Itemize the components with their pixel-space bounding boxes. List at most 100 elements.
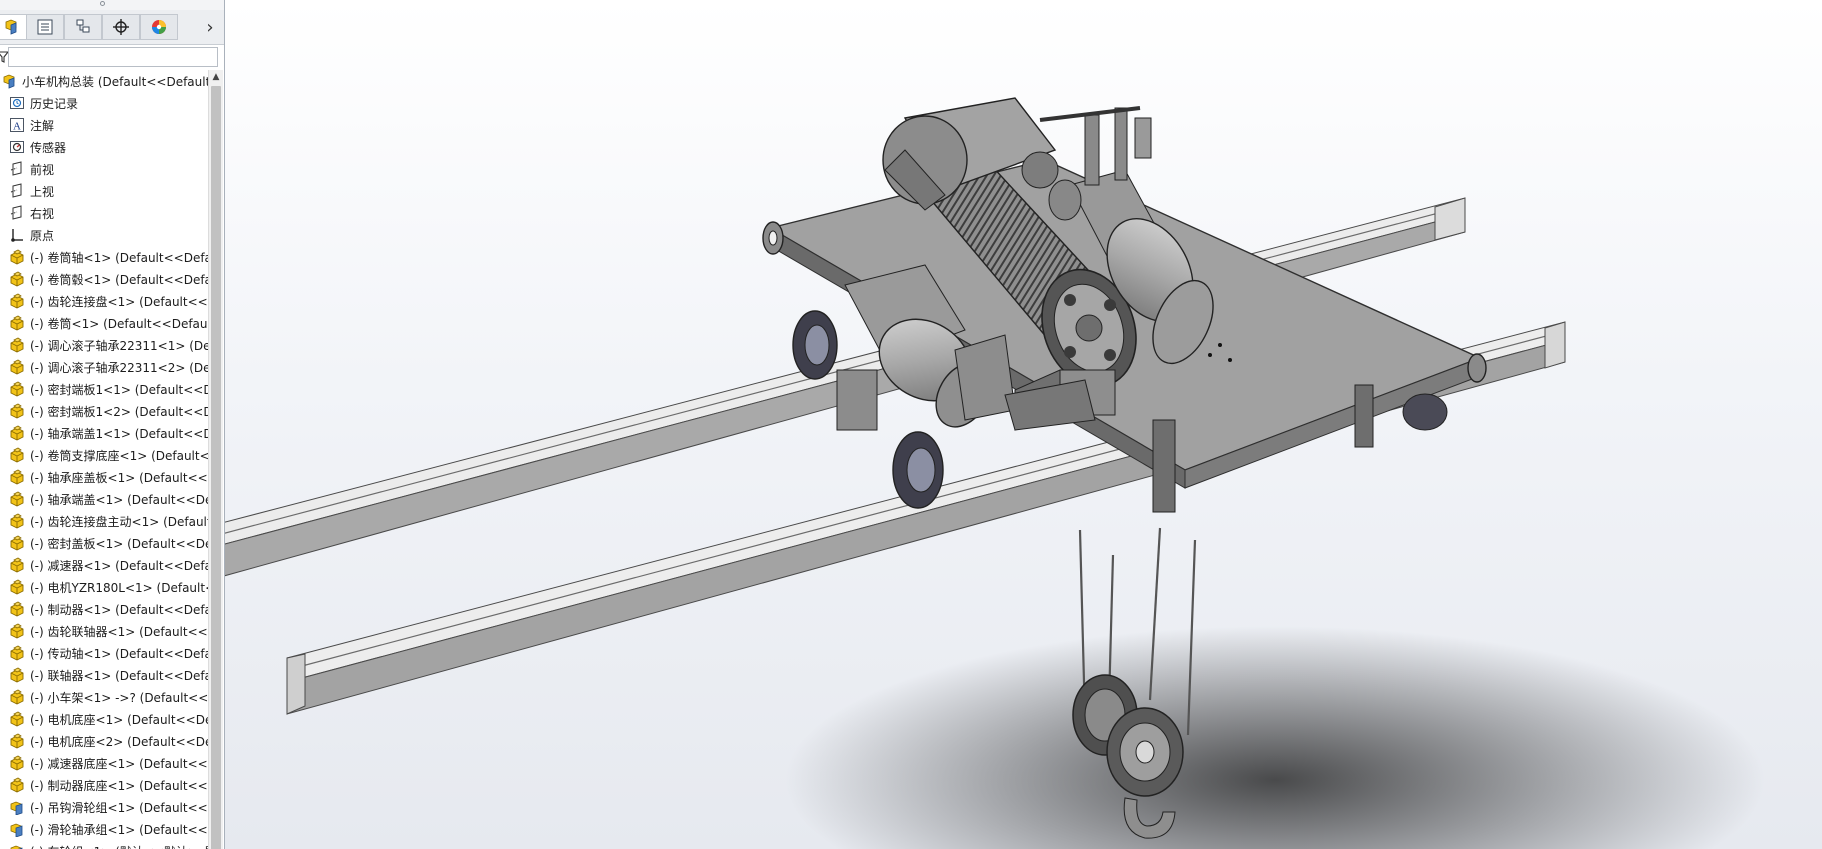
tab-display-manager[interactable]	[140, 14, 178, 40]
part-icon	[8, 754, 26, 772]
tab-property-manager[interactable]	[26, 14, 64, 40]
tree-item-label: 上视	[30, 184, 55, 199]
sensor-icon	[8, 138, 26, 156]
plane-icon	[8, 204, 26, 222]
property-list-icon	[37, 19, 53, 35]
tree-scrollbar[interactable]: ▲	[208, 70, 223, 849]
tree-item-label: (-) 车轮组<1> (默认<<默认>_显	[30, 843, 208, 849]
history-icon	[8, 94, 26, 112]
tree-item-label: 注解	[30, 118, 55, 133]
scroll-thumb[interactable]	[211, 86, 221, 849]
tree-item[interactable]: (-) 齿轮连接盘<1> (Default<<D	[0, 290, 208, 312]
tree-item[interactable]: (-) 齿轮连接盘主动<1> (Default	[0, 510, 208, 532]
tree-item[interactable]: (-) 调心滚子轴承22311<1> (De	[0, 334, 208, 356]
tree-item[interactable]: (-) 密封端板1<2> (Default<<D	[0, 400, 208, 422]
tree-item[interactable]: (-) 吊钩滑轮组<1> (Default<<D	[0, 796, 208, 818]
tree-item[interactable]: (-) 制动器<1> (Default<<Defau	[0, 598, 208, 620]
tree-item[interactable]: (-) 联轴器<1> (Default<<Defau	[0, 664, 208, 686]
part-icon	[8, 622, 26, 640]
plane-icon	[8, 182, 26, 200]
tree-filter-input[interactable]	[8, 47, 218, 67]
part-icon	[8, 776, 26, 794]
tree-item[interactable]: (-) 齿轮联轴器<1> (Default<<D	[0, 620, 208, 642]
subassembly-icon	[8, 798, 26, 816]
tree-item[interactable]: (-) 卷筒支撑底座<1> (Default<	[0, 444, 208, 466]
subassembly-icon	[8, 842, 26, 849]
tree-item[interactable]: (-) 减速器底座<1> (Default<<D	[0, 752, 208, 774]
tree-root-assembly[interactable]: 小车机构总装 (Default<<Default>_	[0, 70, 208, 92]
tree-item[interactable]: (-) 减速器<1> (Default<<Defau	[0, 554, 208, 576]
tree-item-label: (-) 减速器<1> (Default<<Defau	[30, 558, 208, 573]
tree-item-label: (-) 卷筒<1> (Default<<Default	[30, 316, 208, 331]
tree-item-label: (-) 联轴器<1> (Default<<Defau	[30, 668, 208, 683]
configuration-icon	[76, 19, 90, 33]
tree-item-label: (-) 密封端板1<2> (Default<<D	[30, 404, 208, 419]
part-icon	[8, 380, 26, 398]
tree-item[interactable]: (-) 调心滚子轴承22311<2> (De	[0, 356, 208, 378]
tree-item-label: (-) 吊钩滑轮组<1> (Default<<D	[30, 800, 208, 815]
subassembly-icon	[8, 820, 26, 838]
tree-item[interactable]: (-) 卷筒轴<1> (Default<<Defau	[0, 246, 208, 268]
part-icon	[8, 534, 26, 552]
tree-item[interactable]: (-) 电机底座<2> (Default<<De	[0, 730, 208, 752]
part-icon	[8, 248, 26, 266]
tree-item[interactable]: 原点	[0, 224, 208, 246]
tree-item-label: (-) 制动器<1> (Default<<Defau	[30, 602, 208, 617]
part-icon	[8, 402, 26, 420]
graphics-viewport[interactable]	[225, 0, 1822, 849]
plane-icon	[8, 160, 26, 178]
panel-drag-grip[interactable]	[0, 0, 224, 10]
tree-item-label: (-) 轴承座盖板<1> (Default<<D	[30, 470, 208, 485]
part-icon	[8, 644, 26, 662]
tree-item[interactable]: (-) 小车架<1> ->? (Default<<D	[0, 686, 208, 708]
assembly-model-render	[225, 97, 1566, 839]
feature-manager-panel: › 小车机构总装 (Default<<Default>_ 历史记录 A 注解传感器前视…	[0, 0, 225, 849]
part-icon	[8, 666, 26, 684]
tree-item-label: (-) 卷筒毂<1> (Default<<Defau	[30, 272, 208, 287]
tree-item[interactable]: (-) 密封盖板<1> (Default<<De	[0, 532, 208, 554]
tree-item[interactable]: 前视	[0, 158, 208, 180]
tree-item-label: 传感器	[30, 140, 67, 155]
part-icon	[8, 578, 26, 596]
part-icon	[8, 490, 26, 508]
tree-item[interactable]: (-) 传动轴<1> (Default<<Defau	[0, 642, 208, 664]
tree-item[interactable]: 上视	[0, 180, 208, 202]
tree-item-label: (-) 电机底座<1> (Default<<De	[30, 712, 208, 727]
tab-configuration-manager[interactable]	[64, 14, 102, 40]
part-icon	[8, 336, 26, 354]
tree-item[interactable]: (-) 卷筒<1> (Default<<Default	[0, 312, 208, 334]
tree-item-label: 原点	[30, 228, 55, 243]
crosshair-icon	[113, 19, 129, 35]
tree-item[interactable]: (-) 密封端板1<1> (Default<<D	[0, 378, 208, 400]
part-icon	[8, 710, 26, 728]
tree-item[interactable]: (-) 轴承座盖板<1> (Default<<D	[0, 466, 208, 488]
tree-item[interactable]: 历史记录	[0, 92, 208, 114]
tree-item-label: (-) 卷筒轴<1> (Default<<Defau	[30, 250, 208, 265]
tree-item[interactable]: 传感器	[0, 136, 208, 158]
part-icon	[8, 446, 26, 464]
tree-item[interactable]: (-) 卷筒毂<1> (Default<<Defau	[0, 268, 208, 290]
assembly-icon	[5, 19, 17, 35]
tree-item-label: (-) 滑轮轴承组<1> (Default<<D	[30, 822, 208, 837]
part-icon	[8, 270, 26, 288]
tab-dimxpert-manager[interactable]	[102, 14, 140, 40]
chevron-right-icon[interactable]: ›	[198, 14, 222, 40]
tree-item[interactable]: 右视	[0, 202, 208, 224]
tree-item-label: (-) 齿轮连接盘主动<1> (Default	[30, 514, 208, 529]
tree-item-label: (-) 轴承端盖<1> (Default<<De	[30, 492, 208, 507]
annotation-icon: A	[8, 116, 26, 134]
origin-icon	[8, 226, 26, 244]
tree-item[interactable]: (-) 电机底座<1> (Default<<De	[0, 708, 208, 730]
tree-item[interactable]: A 注解	[0, 114, 208, 136]
tree-item[interactable]: (-) 轴承端盖1<1> (Default<<D	[0, 422, 208, 444]
scroll-up-arrow-icon[interactable]: ▲	[209, 70, 223, 84]
tree-item[interactable]: (-) 滑轮轴承组<1> (Default<<D	[0, 818, 208, 840]
tree-item[interactable]: (-) 车轮组<1> (默认<<默认>_显	[0, 840, 208, 849]
part-icon	[8, 358, 26, 376]
part-icon	[8, 512, 26, 530]
tree-item[interactable]: (-) 电机YZR180L<1> (Default<	[0, 576, 208, 598]
manager-tabs: ›	[0, 10, 224, 45]
feature-tree: 小车机构总装 (Default<<Default>_ 历史记录 A 注解传感器前视上视…	[0, 70, 208, 849]
tree-item[interactable]: (-) 制动器底座<1> (Default<<D	[0, 774, 208, 796]
tree-item[interactable]: (-) 轴承端盖<1> (Default<<De	[0, 488, 208, 510]
